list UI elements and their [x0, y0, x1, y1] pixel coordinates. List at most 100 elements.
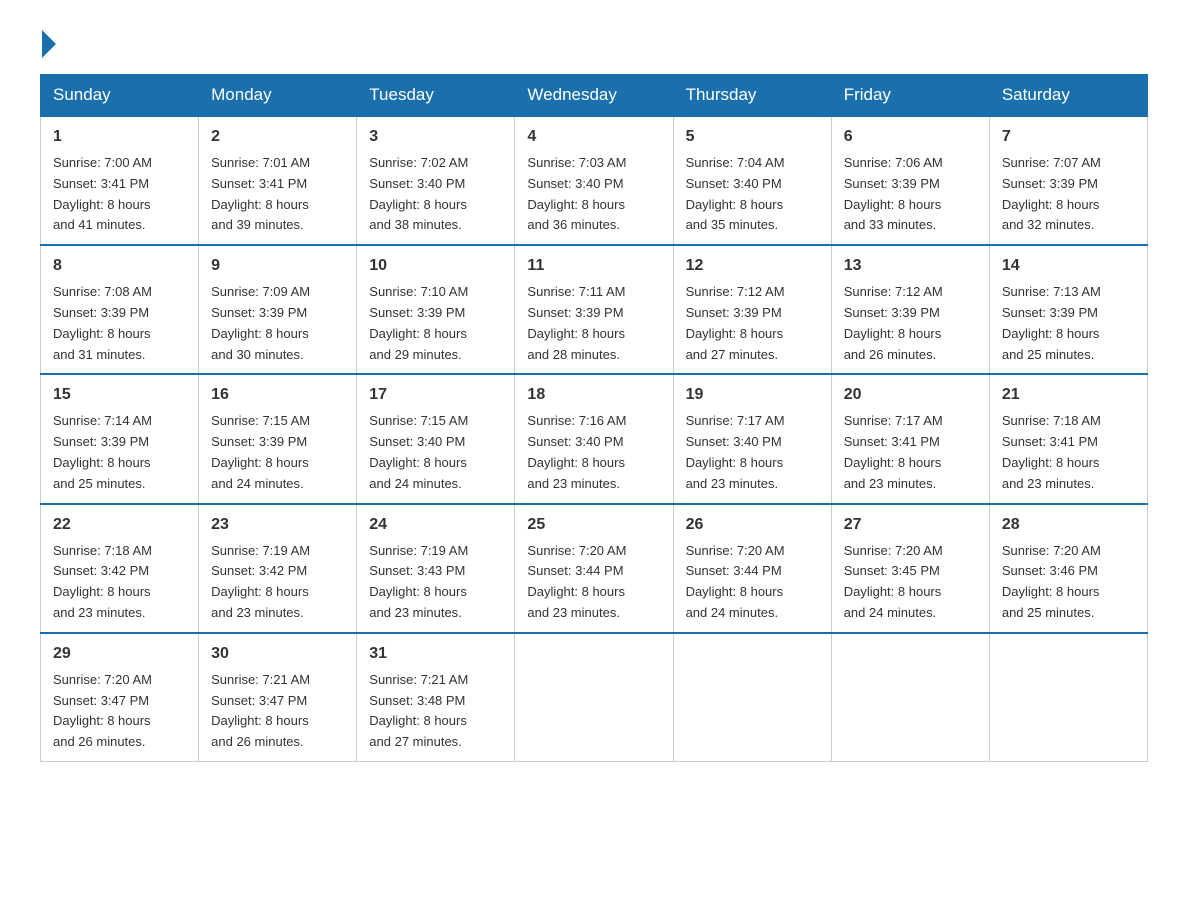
calendar-week-row: 8 Sunrise: 7:08 AMSunset: 3:39 PMDaylight…: [41, 245, 1148, 374]
day-number: 8: [53, 254, 186, 278]
day-number: 28: [1002, 513, 1135, 537]
day-info: Sunrise: 7:07 AMSunset: 3:39 PMDaylight:…: [1002, 153, 1135, 236]
calendar-cell: 27 Sunrise: 7:20 AMSunset: 3:45 PMDayligh…: [831, 504, 989, 633]
logo-arrow-icon: [42, 30, 56, 58]
day-info: Sunrise: 7:14 AMSunset: 3:39 PMDaylight:…: [53, 411, 186, 494]
day-info: Sunrise: 7:02 AMSunset: 3:40 PMDaylight:…: [369, 153, 502, 236]
calendar-cell: 1 Sunrise: 7:00 AMSunset: 3:41 PMDaylight…: [41, 116, 199, 245]
logo: [40, 30, 58, 58]
day-number: 26: [686, 513, 819, 537]
day-number: 24: [369, 513, 502, 537]
calendar-cell: 24 Sunrise: 7:19 AMSunset: 3:43 PMDayligh…: [357, 504, 515, 633]
day-info: Sunrise: 7:15 AMSunset: 3:39 PMDaylight:…: [211, 411, 344, 494]
calendar-cell: 18 Sunrise: 7:16 AMSunset: 3:40 PMDayligh…: [515, 374, 673, 503]
calendar-cell: 5Sunrise: 7:04 AMSunset: 3:40 PMDaylight…: [673, 116, 831, 245]
day-number: 7: [1002, 125, 1135, 149]
day-info: Sunrise: 7:21 AMSunset: 3:48 PMDaylight:…: [369, 670, 502, 753]
calendar-cell: 8 Sunrise: 7:08 AMSunset: 3:39 PMDaylight…: [41, 245, 199, 374]
day-info: Sunrise: 7:18 AMSunset: 3:41 PMDaylight:…: [1002, 411, 1135, 494]
day-info: Sunrise: 7:06 AMSunset: 3:39 PMDaylight:…: [844, 153, 977, 236]
day-number: 21: [1002, 383, 1135, 407]
calendar-cell: [673, 633, 831, 762]
day-info: Sunrise: 7:18 AMSunset: 3:42 PMDaylight:…: [53, 541, 186, 624]
day-info: Sunrise: 7:11 AMSunset: 3:39 PMDaylight:…: [527, 282, 660, 365]
day-number: 25: [527, 513, 660, 537]
day-info: Sunrise: 7:20 AMSunset: 3:47 PMDaylight:…: [53, 670, 186, 753]
day-info: Sunrise: 7:08 AMSunset: 3:39 PMDaylight:…: [53, 282, 186, 365]
day-info: Sunrise: 7:19 AMSunset: 3:42 PMDaylight:…: [211, 541, 344, 624]
calendar-cell: 31 Sunrise: 7:21 AMSunset: 3:48 PMDayligh…: [357, 633, 515, 762]
day-info: Sunrise: 7:10 AMSunset: 3:39 PMDaylight:…: [369, 282, 502, 365]
calendar-cell: 10 Sunrise: 7:10 AMSunset: 3:39 PMDayligh…: [357, 245, 515, 374]
calendar-cell: 14Sunrise: 7:13 AMSunset: 3:39 PMDayligh…: [989, 245, 1147, 374]
day-number: 17: [369, 383, 502, 407]
calendar-cell: 7 Sunrise: 7:07 AMSunset: 3:39 PMDaylight…: [989, 116, 1147, 245]
day-number: 27: [844, 513, 977, 537]
calendar-table: SundayMondayTuesdayWednesdayThursdayFrid…: [40, 74, 1148, 762]
calendar-cell: 16 Sunrise: 7:15 AMSunset: 3:39 PMDayligh…: [199, 374, 357, 503]
day-number: 29: [53, 642, 186, 666]
day-info: Sunrise: 7:16 AMSunset: 3:40 PMDaylight:…: [527, 411, 660, 494]
day-info: Sunrise: 7:12 AMSunset: 3:39 PMDaylight:…: [686, 282, 819, 365]
day-info: Sunrise: 7:20 AMSunset: 3:46 PMDaylight:…: [1002, 541, 1135, 624]
weekday-header-thursday: Thursday: [673, 75, 831, 117]
calendar-cell: 17 Sunrise: 7:15 AMSunset: 3:40 PMDayligh…: [357, 374, 515, 503]
day-number: 23: [211, 513, 344, 537]
calendar-cell: [515, 633, 673, 762]
weekday-header-row: SundayMondayTuesdayWednesdayThursdayFrid…: [41, 75, 1148, 117]
day-number: 9: [211, 254, 344, 278]
day-number: 13: [844, 254, 977, 278]
calendar-cell: 23 Sunrise: 7:19 AMSunset: 3:42 PMDayligh…: [199, 504, 357, 633]
day-number: 22: [53, 513, 186, 537]
day-number: 19: [686, 383, 819, 407]
day-number: 11: [527, 254, 660, 278]
day-info: Sunrise: 7:12 AMSunset: 3:39 PMDaylight:…: [844, 282, 977, 365]
calendar-cell: 4 Sunrise: 7:03 AMSunset: 3:40 PMDaylight…: [515, 116, 673, 245]
day-number: 4: [527, 125, 660, 149]
weekday-header-friday: Friday: [831, 75, 989, 117]
calendar-cell: 19 Sunrise: 7:17 AMSunset: 3:40 PMDayligh…: [673, 374, 831, 503]
weekday-header-saturday: Saturday: [989, 75, 1147, 117]
day-info: Sunrise: 7:20 AMSunset: 3:45 PMDaylight:…: [844, 541, 977, 624]
day-info: Sunrise: 7:01 AMSunset: 3:41 PMDaylight:…: [211, 153, 344, 236]
day-number: 20: [844, 383, 977, 407]
day-info: Sunrise: 7:09 AMSunset: 3:39 PMDaylight:…: [211, 282, 344, 365]
day-info: Sunrise: 7:20 AMSunset: 3:44 PMDaylight:…: [686, 541, 819, 624]
day-number: 6: [844, 125, 977, 149]
calendar-cell: 20 Sunrise: 7:17 AMSunset: 3:41 PMDayligh…: [831, 374, 989, 503]
calendar-week-row: 29 Sunrise: 7:20 AMSunset: 3:47 PMDayligh…: [41, 633, 1148, 762]
day-number: 18: [527, 383, 660, 407]
day-info: Sunrise: 7:00 AMSunset: 3:41 PMDaylight:…: [53, 153, 186, 236]
day-info: Sunrise: 7:15 AMSunset: 3:40 PMDaylight:…: [369, 411, 502, 494]
calendar-cell: 22 Sunrise: 7:18 AMSunset: 3:42 PMDayligh…: [41, 504, 199, 633]
calendar-cell: 13 Sunrise: 7:12 AMSunset: 3:39 PMDayligh…: [831, 245, 989, 374]
day-number: 10: [369, 254, 502, 278]
calendar-cell: 28 Sunrise: 7:20 AMSunset: 3:46 PMDayligh…: [989, 504, 1147, 633]
calendar-cell: 15 Sunrise: 7:14 AMSunset: 3:39 PMDayligh…: [41, 374, 199, 503]
day-info: Sunrise: 7:21 AMSunset: 3:47 PMDaylight:…: [211, 670, 344, 753]
day-info: Sunrise: 7:19 AMSunset: 3:43 PMDaylight:…: [369, 541, 502, 624]
calendar-cell: [989, 633, 1147, 762]
calendar-cell: 25Sunrise: 7:20 AMSunset: 3:44 PMDayligh…: [515, 504, 673, 633]
day-number: 14: [1002, 254, 1135, 278]
day-info: Sunrise: 7:03 AMSunset: 3:40 PMDaylight:…: [527, 153, 660, 236]
day-number: 16: [211, 383, 344, 407]
day-number: 1: [53, 125, 186, 149]
day-info: Sunrise: 7:17 AMSunset: 3:40 PMDaylight:…: [686, 411, 819, 494]
calendar-cell: 11 Sunrise: 7:11 AMSunset: 3:39 PMDayligh…: [515, 245, 673, 374]
weekday-header-wednesday: Wednesday: [515, 75, 673, 117]
day-number: 3: [369, 125, 502, 149]
day-number: 5: [686, 125, 819, 149]
calendar-cell: 3 Sunrise: 7:02 AMSunset: 3:40 PMDaylight…: [357, 116, 515, 245]
calendar-cell: [831, 633, 989, 762]
calendar-cell: 26 Sunrise: 7:20 AMSunset: 3:44 PMDayligh…: [673, 504, 831, 633]
day-number: 31: [369, 642, 502, 666]
day-number: 30: [211, 642, 344, 666]
weekday-header-tuesday: Tuesday: [357, 75, 515, 117]
calendar-week-row: 15 Sunrise: 7:14 AMSunset: 3:39 PMDayligh…: [41, 374, 1148, 503]
calendar-cell: 29 Sunrise: 7:20 AMSunset: 3:47 PMDayligh…: [41, 633, 199, 762]
calendar-week-row: 22 Sunrise: 7:18 AMSunset: 3:42 PMDayligh…: [41, 504, 1148, 633]
calendar-week-row: 1 Sunrise: 7:00 AMSunset: 3:41 PMDaylight…: [41, 116, 1148, 245]
day-info: Sunrise: 7:17 AMSunset: 3:41 PMDaylight:…: [844, 411, 977, 494]
day-number: 15: [53, 383, 186, 407]
